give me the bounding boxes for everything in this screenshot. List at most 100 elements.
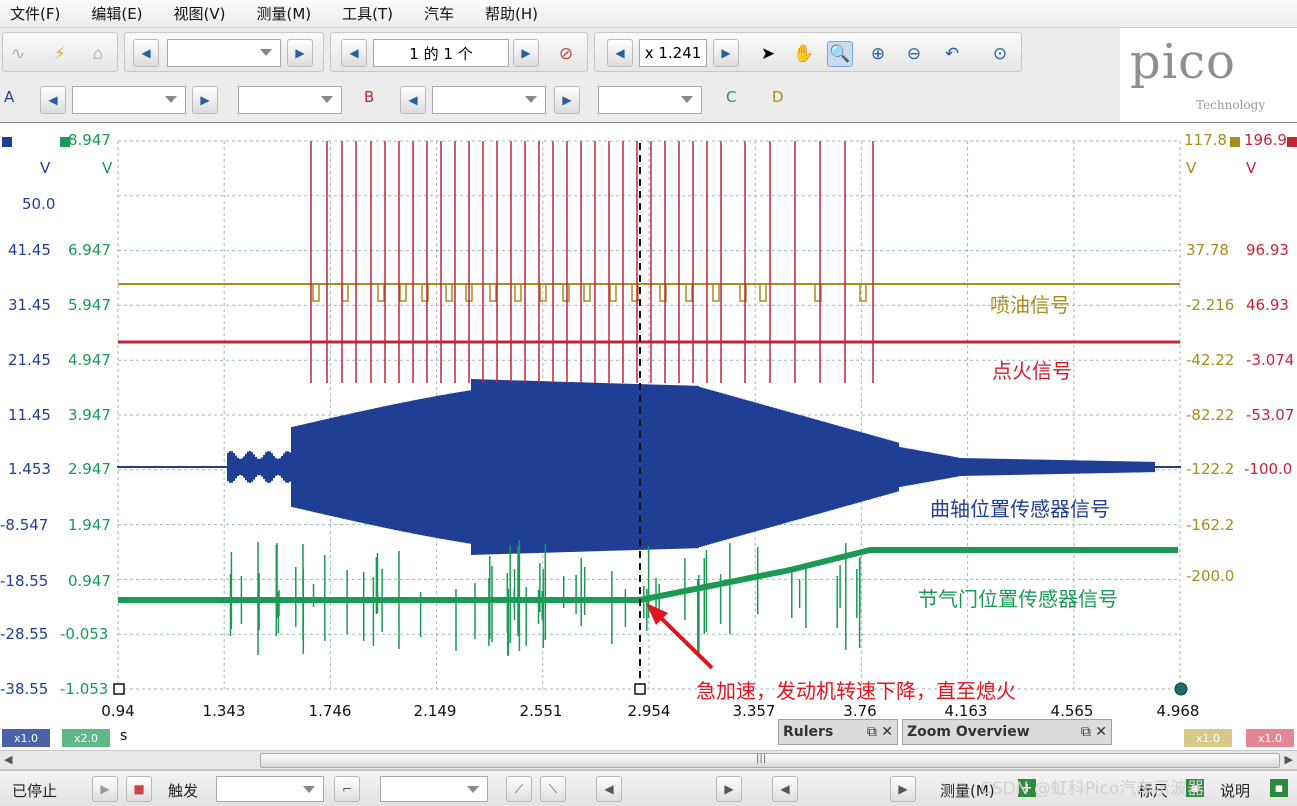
scroll-thumb[interactable] [260,753,1280,768]
menu-file[interactable]: 文件(F) [6,1,64,26]
channel-b-scale[interactable]: x2.0 [62,729,110,747]
channel-b-range-select[interactable] [432,86,546,114]
axis-c-tick: -162.2 [1186,516,1235,534]
chevron-down-icon [467,786,479,793]
logo-subtitle: Technology [1196,98,1266,112]
axis-a-tick: -38.55 [0,680,49,698]
axis-a-tick: 50.0 [22,195,56,213]
axis-c-tick: 117.8 [1184,131,1227,149]
timebase-prev-button[interactable]: ◀ [133,39,159,67]
threshold-next-button[interactable]: ▶ [716,776,742,802]
injector-pulse [562,284,570,302]
scroll-left-icon[interactable]: ◀ [4,753,12,766]
pico-logo: pico Technology [1120,28,1297,122]
zoom-100-icon[interactable]: ⊙ [987,41,1013,67]
channel-c-label[interactable]: C [726,88,736,106]
axis-a-tick: 1.453 [8,460,51,478]
zoom-prev-button[interactable]: ◀ [607,39,633,67]
menu-tools[interactable]: 工具(T) [338,1,397,26]
channel-c-marker[interactable] [1230,137,1240,147]
stop-icon[interactable]: ■ [126,776,152,802]
buffer-index-field[interactable]: 1 的 1 个 [373,39,509,67]
zoom-overview-panel[interactable]: Zoom Overview ⧉ ✕ [902,719,1112,745]
buffer-next-button[interactable]: ▶ [513,39,539,67]
threshold-prev-button[interactable]: ◀ [596,776,622,802]
ruler-handle[interactable] [634,683,646,695]
scope-view[interactable]: V 50.0 41.45 31.45 21.45 11.45 1.453 -8.… [0,122,1297,720]
injector-pulse [583,284,591,302]
panel-float-close-icon[interactable]: ⧉ ✕ [867,724,893,740]
horizontal-scrollbar[interactable]: ◀ ||| ▶ [0,750,1297,770]
channel-b-label[interactable]: B [364,88,374,106]
axis-a-tick: 41.45 [8,241,51,259]
axis-b-tick: -1.053 [60,680,109,698]
notes-toggle-icon[interactable]: ▪ [1270,779,1288,797]
menu-edit[interactable]: 编辑(E) [87,1,146,26]
throttle-signal-label: 节气门位置传感器信号 [918,587,1118,611]
axis-a-tick: -18.55 [0,572,49,590]
zoom-select-icon[interactable]: 🔍 [827,41,853,67]
injector-pulse [712,284,720,302]
waveform-plot[interactable] [0,123,1297,721]
channel-b-range-prev-button[interactable]: ◀ [400,86,426,114]
channel-d-scale[interactable]: x1.0 [1246,729,1294,747]
pretrigger-prev-button[interactable]: ◀ [772,776,798,802]
falling-edge-icon[interactable]: ⟍ [540,776,566,802]
injector-pulse [685,284,693,302]
menu-automotive[interactable]: 汽车 [420,1,458,26]
axis-b-tick: 6.947 [68,241,111,259]
zoom-factor-field[interactable]: x 1.241 [639,39,707,67]
x-tick: 3.76 [843,702,877,720]
axis-b-tick: 0.947 [68,572,111,590]
zoom-in-icon[interactable]: ⊕ [865,41,891,67]
zoom-out-icon[interactable]: ⊖ [901,41,927,67]
trigger-settings-icon[interactable]: ⌐ [334,776,360,802]
channel-a-range-prev-button[interactable]: ◀ [40,86,66,114]
channel-d-label[interactable]: D [772,88,784,106]
run-icon[interactable]: ▶ [92,776,118,802]
scope-mode-icon[interactable]: ∿ [5,41,31,67]
channel-a-range-next-button[interactable]: ▶ [192,86,218,114]
undo-zoom-icon[interactable]: ↶ [939,41,965,67]
scroll-right-icon[interactable]: ▶ [1285,753,1293,766]
channel-c-scale[interactable]: x1.0 [1184,729,1232,747]
x-tick: 4.163 [944,702,988,720]
x-tick: 0.94 [101,702,135,720]
channel-b-coupling-select[interactable] [598,86,702,114]
channel-d-marker[interactable] [1287,137,1297,147]
channel-a-coupling-select[interactable] [238,86,342,114]
menu-measure[interactable]: 测量(M) [253,1,316,26]
rulers-panel[interactable]: Rulers ⧉ ✕ [778,719,898,745]
trigger-source-select[interactable] [380,776,488,802]
rising-edge-icon[interactable]: ⟋ [506,776,532,802]
probe-icon[interactable]: ⚡ [47,41,73,67]
menu-bar: 文件(F) 编辑(E) 视图(V) 测量(M) 工具(T) 汽车 帮助(H) [0,0,1297,28]
timebase-select[interactable] [167,39,281,67]
channel-a-marker[interactable] [2,137,12,147]
compass-icon[interactable]: ⊘ [553,41,579,67]
pointer-icon[interactable]: ➤ [755,41,781,67]
timebase-next-button[interactable]: ▶ [287,39,313,67]
trigger-mode-select[interactable] [216,776,324,802]
left-ruler-handle[interactable] [113,683,125,695]
notes-label[interactable]: 说明 [1220,780,1250,801]
buffer-prev-button[interactable]: ◀ [341,39,367,67]
home-icon[interactable]: ⌂ [85,41,111,67]
channel-a-range-select[interactable] [72,86,186,114]
axis-b-tick: 1.947 [68,516,111,534]
menu-help[interactable]: 帮助(H) [481,1,542,26]
pretrigger-next-button[interactable]: ▶ [890,776,916,802]
channel-a-label[interactable]: A [4,88,14,106]
panel-float-close-icon[interactable]: ⧉ ✕ [1081,724,1107,740]
axis-b-tick: 3.947 [68,406,111,424]
channel-a-scale[interactable]: x1.0 [2,729,50,747]
hand-pan-icon[interactable]: ✋ [791,41,817,67]
x-tick: 4.968 [1156,702,1200,720]
channel-b-range-next-button[interactable]: ▶ [554,86,580,114]
right-ruler-handle[interactable] [1174,682,1188,696]
axis-c-tick: -122.2 [1186,460,1235,478]
axis-c-tick: 37.78 [1186,241,1229,259]
axis-b-tick: 4.947 [68,351,111,369]
menu-view[interactable]: 视图(V) [170,1,230,26]
zoom-next-button[interactable]: ▶ [713,39,739,67]
